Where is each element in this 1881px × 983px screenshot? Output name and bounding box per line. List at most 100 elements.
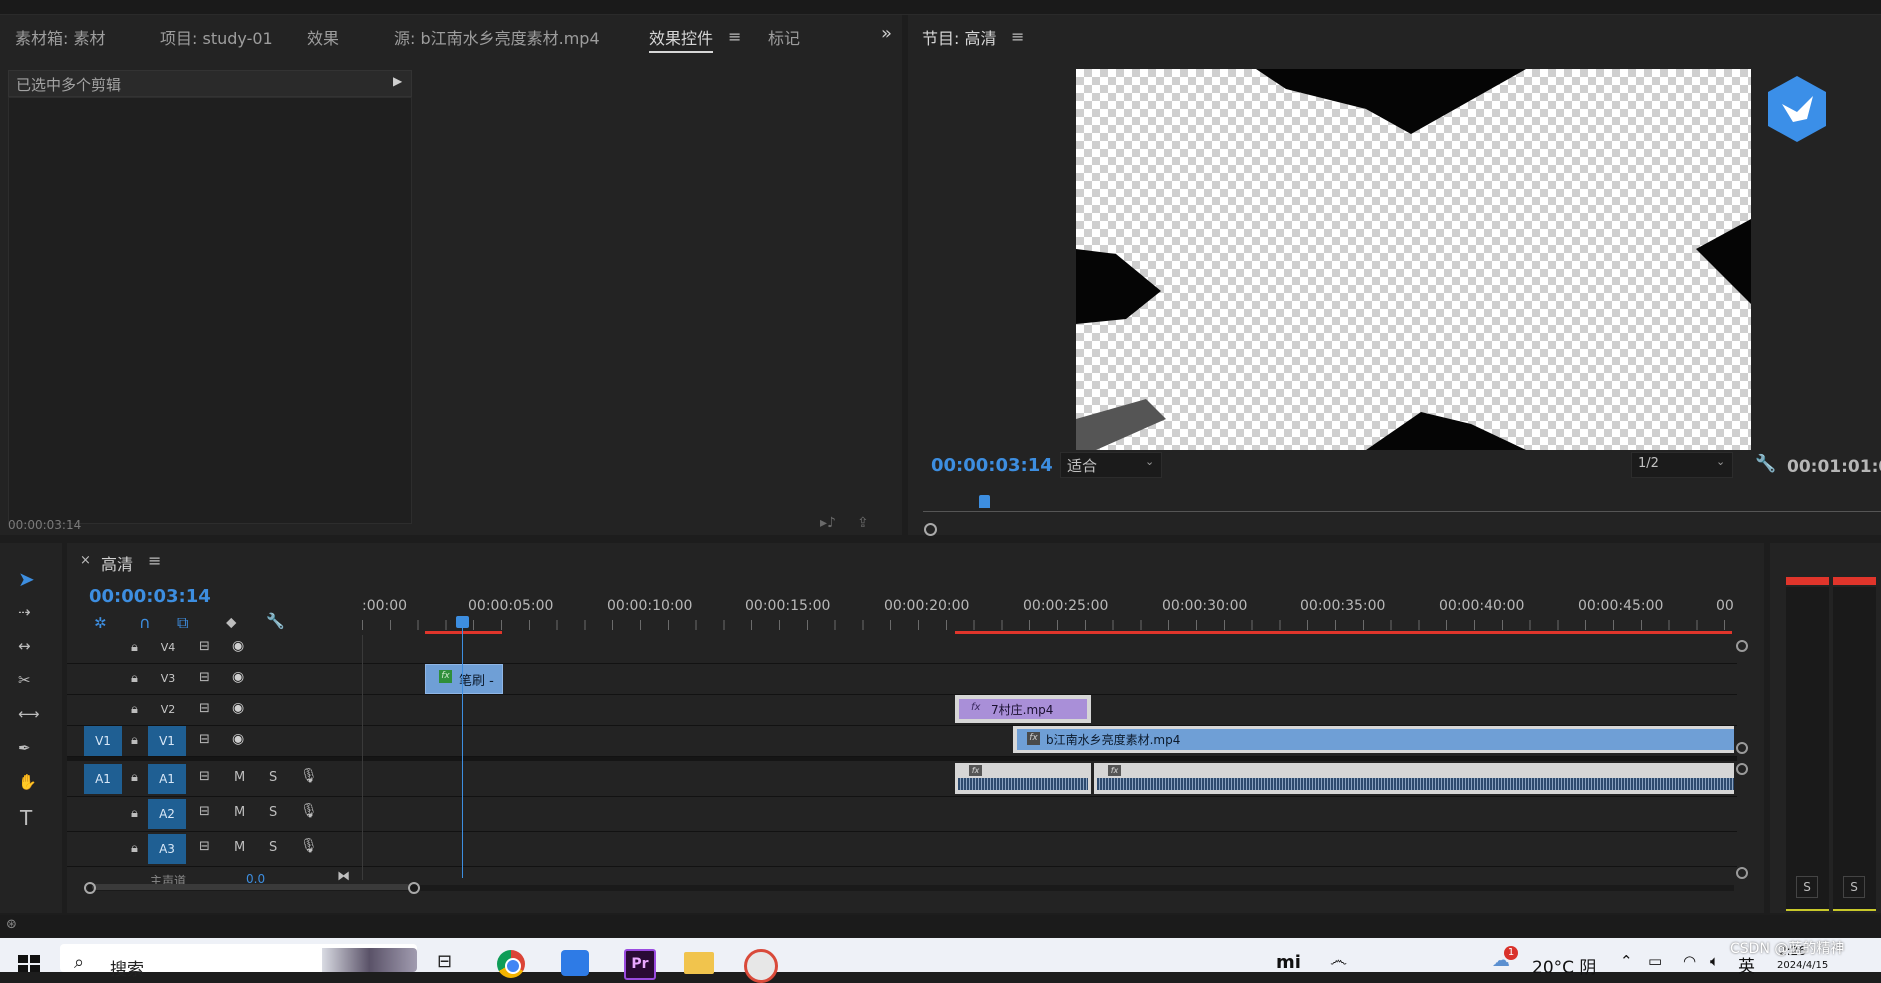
resolution-select[interactable]: 1/2 ⌄ <box>1631 452 1733 478</box>
sync-lock-icon[interactable]: ⊟ <box>199 804 210 819</box>
tab-markers[interactable]: 标记 <box>768 25 800 49</box>
tab-project[interactable]: 项目: study-01 <box>160 25 273 49</box>
sync-lock-icon[interactable]: ⊟ <box>199 732 210 747</box>
track-target-a2[interactable]: A2 <box>148 799 186 829</box>
ripple-edit-tool-icon[interactable]: ↔ <box>18 637 31 655</box>
file-explorer-icon[interactable] <box>684 952 714 974</box>
lock-icon[interactable]: 🔒︎ <box>131 671 138 686</box>
add-marker-icon[interactable]: ⬥ <box>226 613 237 631</box>
sync-lock-icon[interactable]: ⊟ <box>199 839 210 854</box>
lock-icon[interactable]: 🔒︎ <box>131 640 138 655</box>
taskbar-search-box[interactable]: ⌕ 搜索 <box>60 944 417 980</box>
type-tool-icon[interactable]: T <box>20 806 32 830</box>
eye-icon[interactable]: ◉ <box>232 731 244 747</box>
panel-menu-icon[interactable]: ≡ <box>728 27 741 46</box>
slip-tool-icon[interactable]: ⟷ <box>18 705 40 723</box>
expand-arrow-icon[interactable]: ▶ <box>393 74 402 88</box>
creative-cloud-icon[interactable]: ⊛ <box>6 917 17 932</box>
peak-indicator-left[interactable] <box>1786 577 1829 585</box>
timeline-playhead-handle[interactable] <box>456 616 469 628</box>
snap-magnet-icon[interactable]: ∩ <box>139 613 151 632</box>
work-area-bar-in[interactable] <box>425 631 502 634</box>
microphone-icon[interactable]: 🎙︎ <box>300 838 318 854</box>
timeline-ruler-ticks[interactable] <box>362 620 1734 630</box>
lock-icon[interactable]: 🔒︎ <box>131 806 138 821</box>
tab-source[interactable]: 源: b江南水乡亮度素材.mp4 <box>394 25 600 49</box>
spiral-app-icon[interactable]: ෴ <box>1330 950 1347 971</box>
timeline-scroll-thumb[interactable] <box>92 884 410 890</box>
work-area-bar-out[interactable] <box>955 631 1732 634</box>
task-view-icon[interactable]: ⊟ <box>437 951 452 972</box>
eye-icon[interactable]: ◉ <box>232 669 244 685</box>
master-bowtie-icon[interactable]: ⧓ <box>337 869 350 884</box>
eye-icon[interactable]: ◉ <box>232 700 244 716</box>
tray-expand-icon[interactable]: ⌃ <box>1620 952 1633 970</box>
audio-clip-village[interactable]: fx <box>955 763 1091 794</box>
timeline-playhead-line[interactable] <box>462 628 463 878</box>
playhead-handle[interactable] <box>979 495 990 508</box>
lock-icon[interactable]: 🔒︎ <box>131 733 138 748</box>
eye-icon[interactable]: ◉ <box>232 638 244 654</box>
scroll-zoom-handle-right[interactable] <box>408 882 420 894</box>
nest-icon[interactable]: ✲ <box>94 614 107 632</box>
sync-lock-icon[interactable]: ⊟ <box>199 769 210 784</box>
tab-effects[interactable]: 效果 <box>307 25 339 49</box>
track-target-a1[interactable]: A1 <box>148 764 186 794</box>
razor-tool-icon[interactable]: ✂ <box>18 671 31 689</box>
export-frame-icon[interactable]: ⇪ <box>857 515 869 531</box>
source-patch-v1[interactable]: V1 <box>84 726 122 756</box>
timeline-title[interactable]: 高清 <box>101 551 133 575</box>
selection-tool-icon[interactable]: ➤ <box>18 567 35 591</box>
track-label-v2[interactable]: V2 <box>158 703 178 716</box>
sync-lock-icon[interactable]: ⊟ <box>199 701 210 716</box>
hand-tool-icon[interactable]: ✋ <box>18 773 37 791</box>
source-patch-a1[interactable]: A1 <box>84 764 122 794</box>
close-icon[interactable]: × <box>80 553 91 568</box>
timeline-settings-wrench-icon[interactable]: 🔧 <box>266 612 285 630</box>
sync-lock-icon[interactable]: ⊟ <box>199 670 210 685</box>
bird-taskbar-icon[interactable] <box>561 950 589 976</box>
mute-button[interactable]: M <box>234 805 245 820</box>
timeline-timecode[interactable]: 00:00:03:14 <box>89 586 211 607</box>
clock-date[interactable]: 2024/4/15 <box>1777 960 1828 971</box>
clip-jiangnan[interactable]: fx b江南水乡亮度素材.mp4 <box>1013 726 1734 753</box>
sync-lock-icon[interactable]: ⊟ <box>199 639 210 654</box>
tab-effect-controls[interactable]: 效果控件 <box>649 25 714 53</box>
app-icon[interactable] <box>744 949 778 983</box>
mute-button[interactable]: M <box>234 770 245 785</box>
battery-icon[interactable]: ▭ <box>1648 952 1662 970</box>
track-select-tool-icon[interactable]: ⇢ <box>18 603 31 621</box>
video-scroll-handle-bottom[interactable] <box>1736 742 1748 754</box>
bird-app-icon[interactable] <box>1766 74 1828 144</box>
audio-scroll-handle-bottom[interactable] <box>1736 867 1748 879</box>
track-target-a3[interactable]: A3 <box>148 834 186 864</box>
play-audio-icon[interactable]: ▸♪ <box>820 515 836 531</box>
lock-icon[interactable]: 🔒︎ <box>131 841 138 856</box>
solo-right-button[interactable]: S <box>1843 876 1865 898</box>
volume-icon[interactable]: 🔈︎ <box>1710 952 1719 970</box>
premiere-icon[interactable]: Pr <box>624 949 656 980</box>
program-timecode[interactable]: 00:00:03:14 <box>931 455 1053 476</box>
video-scroll-handle-top[interactable] <box>1736 640 1748 652</box>
solo-button[interactable]: S <box>269 805 277 820</box>
panel-menu-icon[interactable]: ≡ <box>1011 27 1024 46</box>
solo-button[interactable]: S <box>269 770 277 785</box>
windows-start-icon[interactable] <box>18 955 40 976</box>
program-mini-ruler[interactable] <box>923 493 1881 536</box>
scroll-zoom-handle-left[interactable] <box>84 882 96 894</box>
video-audio-divider[interactable] <box>67 757 1737 761</box>
chrome-icon[interactable] <box>497 950 525 978</box>
lock-icon[interactable]: 🔒︎ <box>131 702 138 717</box>
tab-bin[interactable]: 素材箱: 素材 <box>15 25 105 49</box>
program-video-frame[interactable] <box>1076 69 1751 450</box>
pen-tool-icon[interactable]: ✒ <box>18 739 31 757</box>
program-monitor-title[interactable]: 节目: 高清 <box>922 25 996 51</box>
audio-clip-jiangnan[interactable]: fx <box>1094 763 1734 794</box>
audio-scroll-handle-top[interactable] <box>1736 763 1748 775</box>
mute-button[interactable]: M <box>234 840 245 855</box>
wrench-icon[interactable]: 🔧 <box>1755 454 1776 474</box>
lock-icon[interactable]: 🔒︎ <box>131 770 138 785</box>
track-label-v4[interactable]: V4 <box>158 641 178 654</box>
wifi-icon[interactable]: ◠ <box>1683 952 1696 970</box>
zoom-handle[interactable] <box>924 523 937 536</box>
